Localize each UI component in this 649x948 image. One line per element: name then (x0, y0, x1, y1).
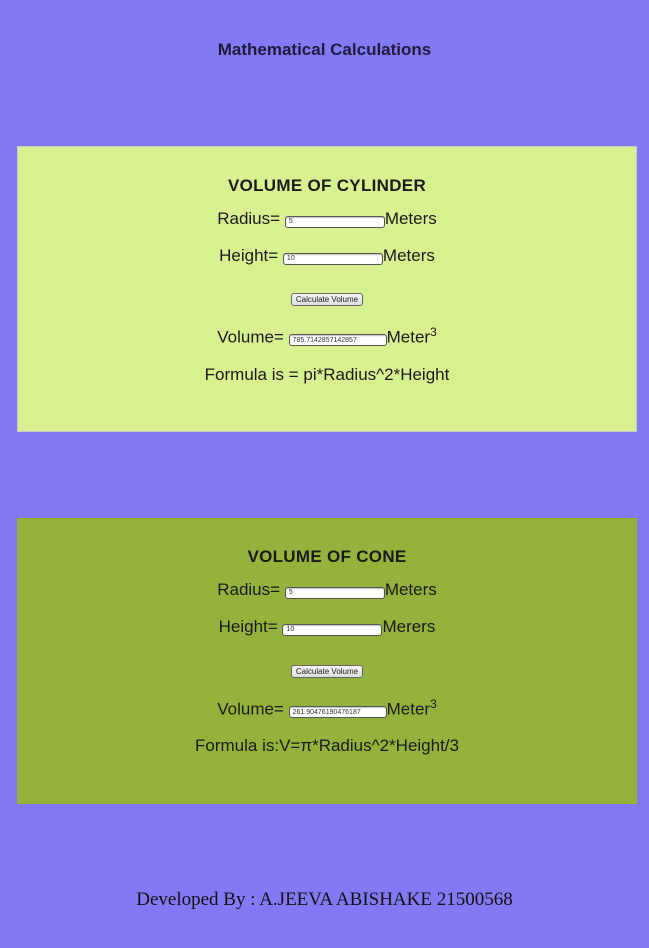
footer-credit: Developed By : A.JEEVA ABISHAKE 21500568 (136, 889, 513, 910)
cylinder-button-row: Calculate Volume (18, 289, 636, 307)
cone-volume-exponent: 3 (430, 697, 437, 711)
cone-volume-unit: Meter (386, 699, 431, 719)
cone-radius-input[interactable] (284, 586, 385, 599)
cylinder-formula: Formula is = pi*Radius^2*Height (204, 365, 450, 384)
cylinder-radius-unit: Meters (384, 209, 437, 228)
cone-card: VOLUME OF CONE Radius= Meters Height= Me… (17, 518, 637, 804)
cone-height-row: Height= Merers (17, 617, 637, 637)
cone-height-input[interactable] (282, 623, 383, 636)
cone-heading: VOLUME OF CONE (247, 547, 407, 566)
cone-radius-unit: Meters (384, 580, 437, 599)
cone-radius-label: Radius= (217, 580, 281, 599)
page-title: Mathematical Calculations (217, 40, 432, 59)
cone-button-row: Calculate Volume (17, 661, 637, 679)
cylinder-volume-unit: Meter (386, 327, 431, 347)
cone-volume-output[interactable] (288, 706, 387, 719)
cylinder-radius-label: Radius= (217, 209, 281, 228)
cylinder-height-input[interactable] (282, 252, 383, 265)
cylinder-volume-label: Volume= (217, 327, 284, 347)
cylinder-calculate-button[interactable]: Calculate Volume (290, 293, 364, 306)
cone-volume-label: Volume= (217, 699, 284, 719)
cone-volume-row: Volume= Meter3 (17, 697, 637, 720)
cylinder-volume-row: Volume= Meter3 (18, 325, 636, 348)
cylinder-height-unit: Meters (382, 246, 435, 265)
cylinder-height-row: Height= Meters (18, 246, 636, 266)
cylinder-radius-input[interactable] (284, 215, 385, 228)
cone-radius-row: Radius= Meters (17, 580, 637, 600)
cylinder-radius-row: Radius= Meters (18, 209, 636, 229)
cylinder-height-label: Height= (219, 246, 279, 265)
cylinder-volume-output[interactable] (288, 334, 387, 347)
cone-height-label: Height= (218, 617, 278, 636)
cylinder-card: VOLUME OF CYLINDER Radius= Meters Height… (17, 146, 637, 432)
cylinder-heading: VOLUME OF CYLINDER (227, 176, 427, 195)
cylinder-volume-exponent: 3 (430, 325, 437, 339)
cone-formula: Formula is:V=π*Radius^2*Height/3 (195, 736, 459, 755)
cone-calculate-button[interactable]: Calculate Volume (290, 665, 364, 678)
cone-height-unit: Merers (382, 617, 436, 636)
